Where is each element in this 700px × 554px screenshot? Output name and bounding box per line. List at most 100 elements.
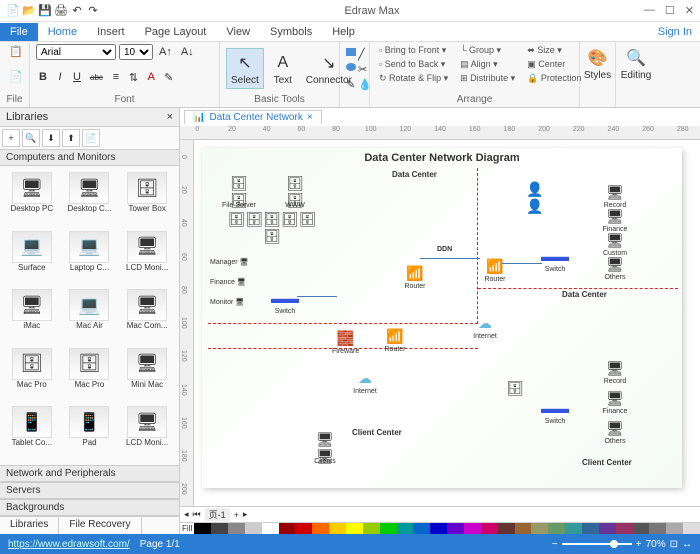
tab-symbols[interactable]: Symbols <box>260 23 322 41</box>
minimize-icon[interactable]: — <box>644 4 655 17</box>
node-switch1[interactable]: ▬▬Switch <box>272 288 298 315</box>
shape-rect-icon[interactable] <box>346 48 356 56</box>
lib-export-icon[interactable]: ⬆ <box>62 129 80 147</box>
font-family-select[interactable]: Arial <box>36 44 116 60</box>
color-swatch[interactable] <box>397 523 414 534</box>
shape-item[interactable]: 📱Pad <box>62 404 118 461</box>
page-first-icon[interactable]: ⏮ <box>193 509 201 520</box>
node-rack2[interactable]: 🖥Record <box>602 182 628 209</box>
sign-in-link[interactable]: Sign In <box>650 26 700 38</box>
node-router2[interactable]: 📶Router <box>382 326 408 353</box>
styles-button[interactable]: 🎨Styles <box>586 44 609 83</box>
strike-button[interactable]: abc <box>87 72 106 83</box>
color-swatch[interactable] <box>666 523 683 534</box>
zoom-out-icon[interactable]: − <box>552 539 558 550</box>
file-tab[interactable]: File <box>0 23 38 41</box>
tab-home[interactable]: Home <box>38 23 87 41</box>
lib-new-icon[interactable]: 📄 <box>82 129 100 147</box>
node-rack3[interactable]: 🖥Finance <box>602 206 628 233</box>
document-tab[interactable]: 📊 Data Center Network × <box>184 110 322 124</box>
color-swatch[interactable] <box>363 523 380 534</box>
send-back-button[interactable]: ▫ Send to Back ▾ <box>376 58 451 71</box>
bold-button[interactable]: B <box>36 70 50 84</box>
node-server3[interactable]: 🗄 <box>502 378 528 398</box>
shape-item[interactable]: 💻Laptop C... <box>62 229 118 286</box>
qat-undo-icon[interactable]: ↶ <box>70 4 84 18</box>
node-f3[interactable]: 🖥Finance <box>602 388 628 415</box>
fit-page-icon[interactable]: ⊡ <box>670 539 678 550</box>
maximize-icon[interactable]: ☐ <box>665 4 675 17</box>
grow-font-icon[interactable]: A↑ <box>156 45 175 59</box>
font-color-icon[interactable]: A <box>144 70 158 84</box>
color-swatch[interactable] <box>295 523 312 534</box>
shape-item[interactable]: 🖥Desktop PC <box>4 170 60 227</box>
color-swatch[interactable] <box>430 523 447 534</box>
shape-item[interactable]: 🖥iMac <box>4 287 60 344</box>
node-serverrow[interactable]: 🗄🗄🗄🗄🗄🗄 <box>222 218 322 238</box>
node-switch3[interactable]: ▬▬Switch <box>542 398 568 425</box>
tab-insert[interactable]: Insert <box>87 23 135 41</box>
qat-save-icon[interactable]: 💾 <box>38 4 52 18</box>
group-button[interactable]: └ Group ▾ <box>457 44 518 57</box>
node-router1[interactable]: 📶Router <box>402 263 428 290</box>
page-add-icon[interactable]: + <box>234 510 239 520</box>
category-computers[interactable]: Computers and Monitors <box>0 149 179 166</box>
node-o2[interactable]: 🖥Others <box>602 418 628 445</box>
libraries-close-icon[interactable]: × <box>167 111 173 123</box>
color-swatch[interactable] <box>211 523 228 534</box>
color-swatch[interactable] <box>498 523 515 534</box>
page-prev-icon[interactable]: ◂ <box>184 509 189 520</box>
fit-width-icon[interactable]: ↔ <box>682 539 692 550</box>
center-button[interactable]: ▣ Center <box>524 58 584 71</box>
color-swatch[interactable] <box>228 523 245 534</box>
qat-new-icon[interactable]: 📄 <box>6 4 20 18</box>
qat-open-icon[interactable]: 📂 <box>22 4 36 18</box>
distribute-button[interactable]: ⊞ Distribute ▾ <box>457 72 518 85</box>
shape-item[interactable]: 💻Surface <box>4 229 60 286</box>
bottom-tab-libraries[interactable]: Libraries <box>0 517 59 534</box>
tab-page-layout[interactable]: Page Layout <box>135 23 217 41</box>
category-servers[interactable]: Servers <box>0 482 179 499</box>
color-swatch[interactable] <box>279 523 296 534</box>
node-finance[interactable]: Finance 🖥 <box>210 278 246 286</box>
italic-button[interactable]: I <box>53 70 67 84</box>
paste-icon[interactable]: 📋 <box>6 44 23 59</box>
zoom-slider[interactable] <box>562 543 632 545</box>
zoom-in-icon[interactable]: + <box>636 539 642 550</box>
protection-button[interactable]: 🔒 Protection <box>524 72 584 85</box>
color-swatch[interactable] <box>312 523 329 534</box>
color-swatch[interactable] <box>464 523 481 534</box>
color-swatch[interactable] <box>346 523 363 534</box>
color-swatch[interactable] <box>413 523 430 534</box>
node-rack5[interactable]: 🖥Others <box>602 254 628 281</box>
color-swatch[interactable] <box>599 523 616 534</box>
page-tab[interactable]: 页-1 <box>205 508 230 521</box>
close-icon[interactable]: ✕ <box>685 4 694 17</box>
node-r2[interactable]: 🖥Record <box>602 358 628 385</box>
color-swatch[interactable] <box>245 523 262 534</box>
color-swatch[interactable] <box>565 523 582 534</box>
color-swatch[interactable] <box>548 523 565 534</box>
tab-view[interactable]: View <box>216 23 260 41</box>
text-tool[interactable]: AText <box>267 49 299 88</box>
page-next-icon[interactable]: ▸ <box>243 509 248 520</box>
shape-pencil-icon[interactable]: ✎ <box>346 78 356 91</box>
qat-redo-icon[interactable]: ↷ <box>86 4 100 18</box>
shape-item[interactable]: 💻Mac Air <box>62 287 118 344</box>
underline-button[interactable]: U <box>70 70 84 84</box>
bottom-tab-recovery[interactable]: File Recovery <box>59 517 141 534</box>
color-swatch[interactable] <box>481 523 498 534</box>
color-swatch[interactable] <box>380 523 397 534</box>
editing-button[interactable]: 🔍Editing <box>622 44 650 83</box>
doc-tab-close-icon[interactable]: × <box>307 112 313 123</box>
shape-item[interactable]: 🖥Mac Com... <box>119 287 175 344</box>
bullets-icon[interactable]: ≡ <box>109 70 123 84</box>
node-manager[interactable]: Manager 🖥 <box>210 258 248 266</box>
select-tool[interactable]: ↖Select <box>226 48 264 89</box>
color-swatch[interactable] <box>633 523 650 534</box>
canvas[interactable]: Data Center Network Diagram Data Center … <box>194 140 700 506</box>
color-swatch[interactable] <box>683 523 700 534</box>
node-switch2[interactable]: ▬▬Switch <box>542 246 568 273</box>
shape-item[interactable]: 📱Tablet Co... <box>4 404 60 461</box>
color-swatch[interactable] <box>616 523 633 534</box>
